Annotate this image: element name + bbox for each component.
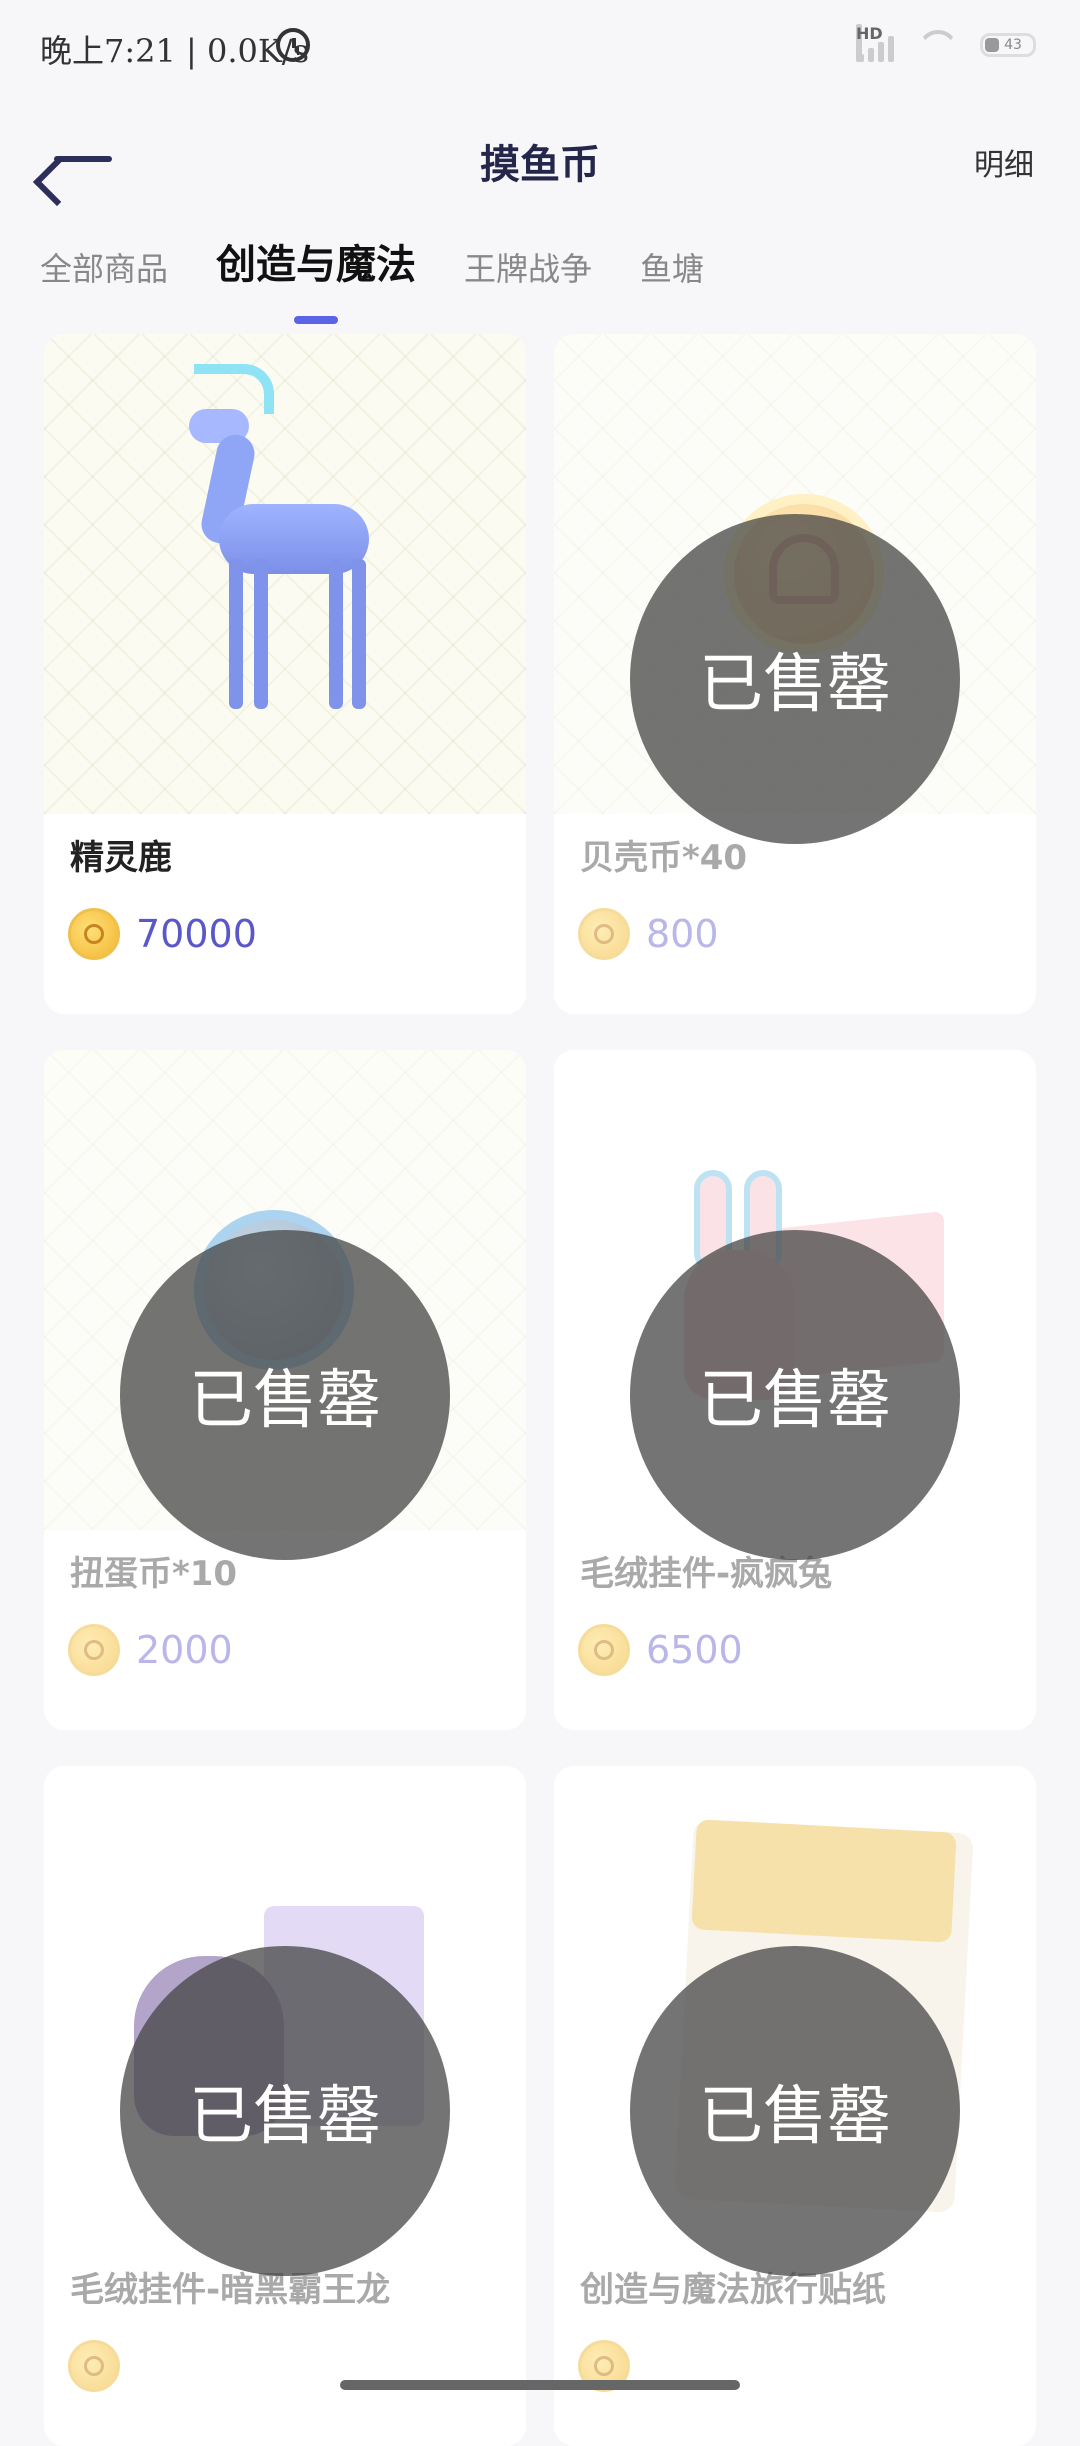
product-price: 2000 (68, 1624, 233, 1676)
page-header: 摸鱼币 明细 (0, 120, 1080, 200)
sold-out-badge: 已售罄 (120, 1230, 450, 1560)
product-card[interactable]: 已售罄 扭蛋币*10 2000 (44, 1050, 526, 1730)
coin-icon (578, 1624, 630, 1676)
tab-all-products[interactable]: 全部商品 (40, 244, 168, 290)
product-name: 毛绒挂件-暗黑霸王龙 (70, 2270, 391, 2310)
coin-icon (68, 2340, 120, 2392)
coin-icon (68, 1624, 120, 1676)
status-time: 晚上7:21 | 0.0K/s (40, 32, 309, 70)
battery-level: 43 (1004, 37, 1022, 53)
deer-leg-shape (352, 559, 366, 709)
category-tabs: 全部商品 创造与魔法 王牌战争 鱼塘 (40, 232, 704, 290)
sold-out-badge: 已售罄 (630, 514, 960, 844)
product-card[interactable]: 精灵鹿 70000 (44, 334, 526, 1014)
coin-icon (578, 908, 630, 960)
sold-out-badge: 已售罄 (120, 1946, 450, 2276)
product-image-deer (44, 334, 526, 814)
home-indicator[interactable] (340, 2380, 740, 2390)
signal-icon: HD (856, 24, 896, 62)
sold-out-badge: 已售罄 (630, 1230, 960, 1560)
product-grid: 精灵鹿 70000 已售罄 贝壳币*40 800 已售罄 扭蛋币*10 2000 (44, 334, 1036, 2446)
page-title: 摸鱼币 (480, 142, 600, 188)
deer-leg-shape (329, 559, 343, 709)
product-card[interactable]: 已售罄 贝壳币*40 800 (554, 334, 1036, 1014)
antler-shape (194, 364, 274, 414)
product-price: 6500 (578, 1624, 743, 1676)
product-price: 70000 (68, 908, 257, 960)
product-price (68, 2340, 136, 2392)
alarm-icon (276, 28, 310, 62)
price-value: 2000 (136, 1628, 233, 1672)
detail-link[interactable]: 明细 (974, 140, 1034, 184)
sticker-header-shape (691, 1819, 957, 1943)
battery-icon: 43 (980, 33, 1036, 57)
sold-out-badge: 已售罄 (630, 1946, 960, 2276)
deer-leg-shape (229, 559, 243, 709)
price-value: 6500 (646, 1628, 743, 1672)
product-price: 800 (578, 908, 719, 960)
product-name: 贝壳币*40 (580, 838, 748, 878)
product-card[interactable]: 已售罄 毛绒挂件-暗黑霸王龙 (44, 1766, 526, 2446)
deer-leg-shape (254, 559, 268, 709)
product-card[interactable]: 已售罄 创造与魔法旅行贴纸 (554, 1766, 1036, 2446)
status-icons: HD 43 (856, 24, 1036, 62)
product-card[interactable]: 已售罄 毛绒挂件-疯疯兔 6500 (554, 1050, 1036, 1730)
product-name: 精灵鹿 (70, 838, 172, 878)
tab-create-and-magic[interactable]: 创造与魔法 (216, 232, 416, 290)
status-bar: 晚上7:21 | 0.0K/s HD 43 (0, 0, 1080, 96)
price-value: 70000 (136, 912, 257, 956)
product-name: 扭蛋币*10 (70, 1554, 238, 1594)
coin-icon (68, 908, 120, 960)
price-value: 800 (646, 912, 719, 956)
wifi-icon (918, 30, 958, 60)
tab-ace-war[interactable]: 王牌战争 (464, 244, 592, 290)
tab-fish-pond[interactable]: 鱼塘 (640, 244, 704, 290)
